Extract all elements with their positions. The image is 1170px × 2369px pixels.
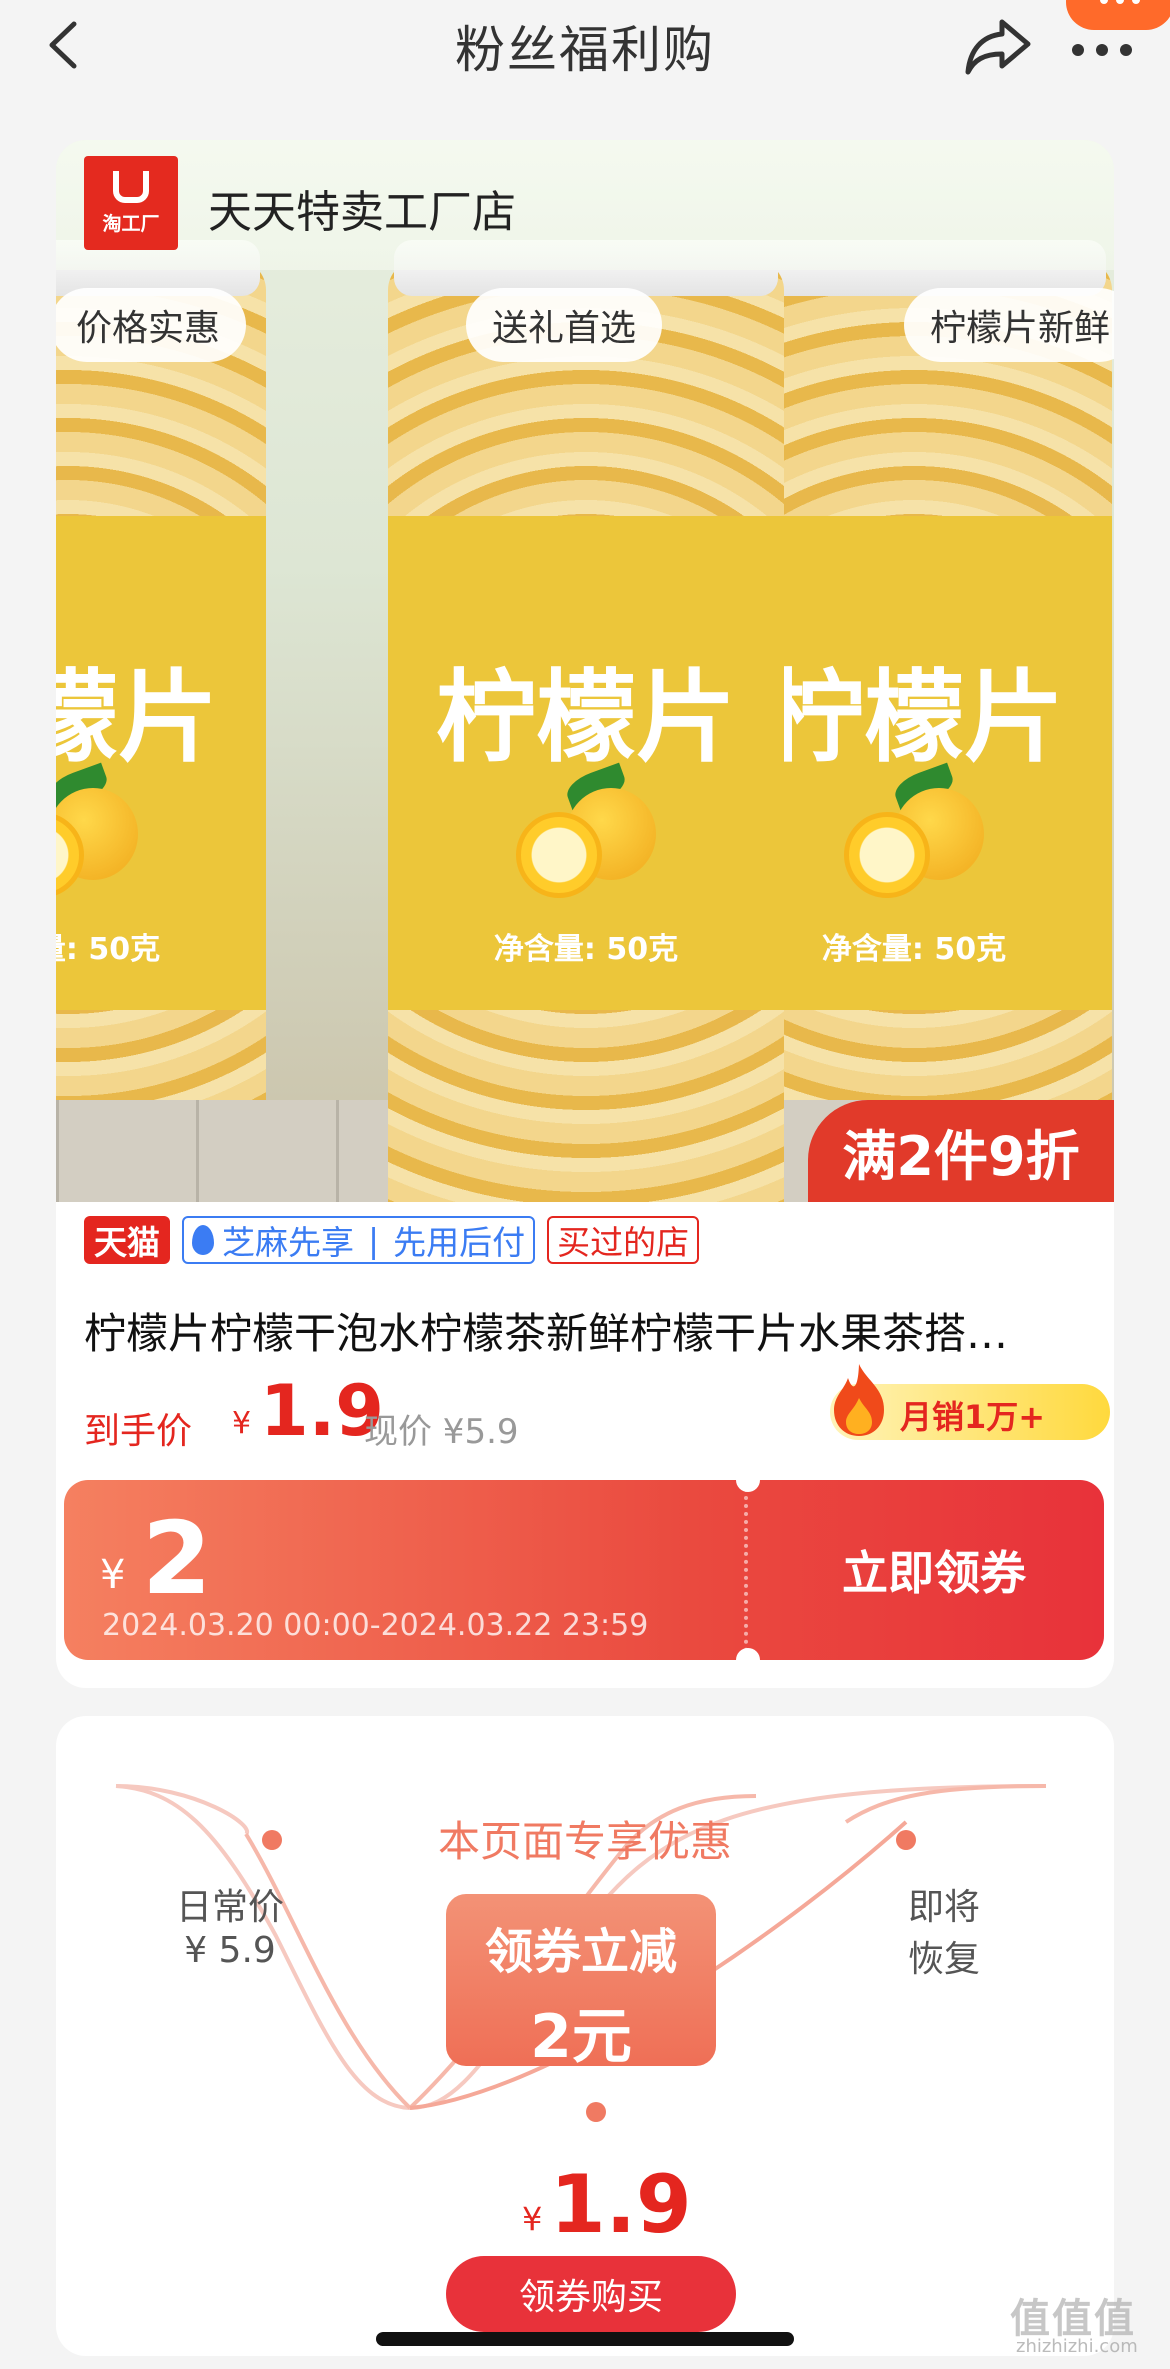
currency-symbol: ¥ xyxy=(232,1406,252,1441)
zhima-badge: 芝麻先享 | 先用后付 xyxy=(182,1216,536,1264)
store-logo-text: 淘工厂 xyxy=(102,212,160,235)
resume-label: 即将 xyxy=(908,1887,981,1928)
coupon-validity: 2024.03.20 00:00-2024.03.22 23:59 xyxy=(102,1608,649,1643)
badge-row: 天猫 芝麻先享 | 先用后付 买过的店 xyxy=(84,1216,700,1264)
page-title: 粉丝福利购 xyxy=(455,21,715,79)
current-price: 现价 ¥5.9 xyxy=(364,1412,519,1452)
price-row: 到手价 ¥ 1.9 现价 ¥5.9 月销1万+ xyxy=(84,1364,1110,1452)
coupon-banner[interactable]: ¥ 2 2024.03.20 00:00-2024.03.22 23:59 立即… xyxy=(64,1480,1104,1660)
coupon-divider xyxy=(744,1480,748,1660)
discount-label: 领券立减 xyxy=(484,1924,677,1980)
discount-box: 领券立减 2元 xyxy=(446,1894,716,2072)
hero-tag: 柠檬片新鲜 xyxy=(904,288,1114,362)
final-currency: ¥ xyxy=(522,2200,543,2238)
lemon-icon xyxy=(834,762,994,898)
home-indicator[interactable] xyxy=(376,2332,794,2346)
resume-label-2: 恢复 xyxy=(908,1939,981,1980)
monthly-sales-badge: 月销1万+ xyxy=(830,1364,1110,1440)
daily-price-label: 日常价 xyxy=(175,1887,284,1928)
store-name: 天天特卖工厂店 xyxy=(208,187,516,238)
lemon-icon xyxy=(506,762,666,898)
tmall-badge: 天猫 xyxy=(84,1216,170,1264)
claim-coupon-button[interactable]: 立即领券 xyxy=(764,1480,1104,1660)
coupon-amount: 2 xyxy=(142,1500,212,1617)
benefit-card: 本页面专享优惠 日常价 ¥ 5.9 即将 恢复 领券立减 2元 ¥ 1.9 领券… xyxy=(56,1716,1114,2356)
hero-tag: 价格实惠 xyxy=(56,288,247,362)
product-jar-center: 柠檬片 净含量: 50克 xyxy=(388,240,784,1202)
jar-label: 柠檬片 净含量: 50克 xyxy=(388,516,784,1010)
net-weight: 净含量: 50克 xyxy=(56,932,161,967)
jar-title: 柠檬片 xyxy=(56,658,218,776)
exclusive-title: 本页面专享优惠 xyxy=(437,1817,732,1866)
coupon-notch xyxy=(736,1648,760,1660)
bought-store-badge: 买过的店 xyxy=(547,1216,700,1264)
daily-price: ¥ 5.9 xyxy=(184,1930,276,1971)
product-title[interactable]: 柠檬片柠檬干泡水柠檬茶新鲜柠檬干片水果茶搭… xyxy=(84,1300,1084,1361)
monthly-sales-text: 月销1万+ xyxy=(900,1398,1046,1436)
jar-label: 柠檬片 净含量: 50克 xyxy=(56,516,266,1010)
net-weight: 净含量: 50克 xyxy=(493,932,679,967)
more-dots-icon[interactable] xyxy=(1066,18,1138,68)
hero-tag: 送礼首选 xyxy=(466,288,663,362)
store-logo: 淘工厂 xyxy=(84,156,178,250)
zhima-drop-icon xyxy=(192,1225,214,1255)
flame-icon xyxy=(834,1364,884,1436)
jar-title: 柠檬片 xyxy=(436,658,736,776)
lemon-icon xyxy=(56,762,148,898)
curve-point-now xyxy=(586,2102,606,2122)
benefit-final-price: 1.9 xyxy=(550,2158,692,2251)
zhima-separator: | xyxy=(368,1220,380,1260)
store-logo-icon xyxy=(113,170,149,203)
discount-amount: 2元 xyxy=(530,2002,632,2072)
product-image[interactable]: 淘工厂 天天特卖工厂店 柠檬片 净含量: 50克 柠檬片 净含量: 50克 xyxy=(56,140,1114,1202)
promo-badge: 满2件9折 xyxy=(808,1100,1114,1202)
product-jar-left: 柠檬片 净含量: 50克 xyxy=(56,240,266,1202)
coupon-notch xyxy=(736,1480,760,1492)
chevron-left-icon[interactable] xyxy=(40,18,90,72)
pay-later-label: 先用后付 xyxy=(393,1223,526,1262)
watermark-url: zhizhizhi.com xyxy=(1016,2336,1138,2357)
top-nav-bar: 粉丝福利购 xyxy=(0,0,1170,92)
product-card[interactable]: 淘工厂 天天特卖工厂店 柠檬片 净含量: 50克 柠檬片 净含量: 50克 xyxy=(56,140,1114,1688)
share-icon[interactable] xyxy=(962,14,1034,78)
zhima-label: 芝麻先享 xyxy=(222,1223,354,1262)
coupon-currency: ¥ xyxy=(100,1552,126,1598)
store-bar[interactable]: 淘工厂 天天特卖工厂店 xyxy=(56,140,1114,270)
buy-with-coupon-button[interactable]: 领券购买 xyxy=(446,2256,736,2332)
final-price-label: 到手价 xyxy=(84,1411,193,1452)
